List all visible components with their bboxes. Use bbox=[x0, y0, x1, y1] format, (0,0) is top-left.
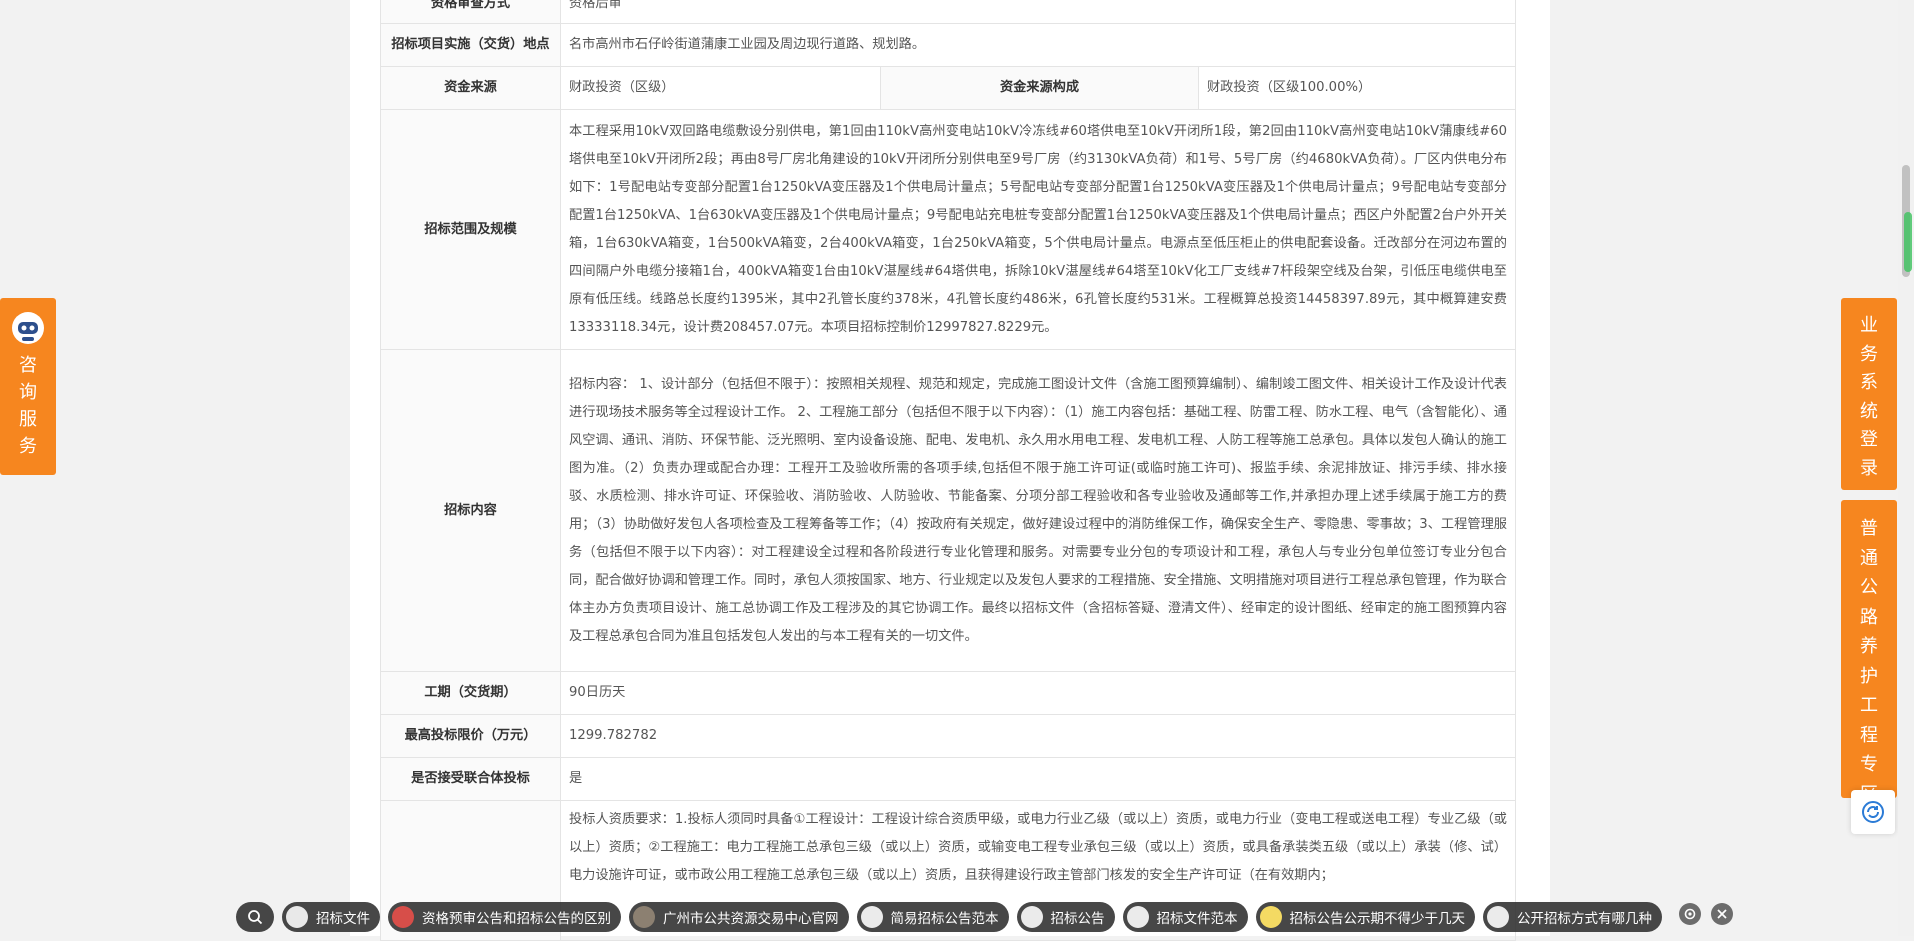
related-link[interactable]: 简易招标公告范本 bbox=[856, 902, 1009, 932]
row-label: 招标范围及规模 bbox=[380, 109, 561, 350]
table-row: 是否接受联合体投标 是 bbox=[380, 757, 1516, 801]
row-value: 是 bbox=[560, 757, 1516, 801]
row-value: 资格后审 bbox=[560, 0, 1516, 24]
doc-icon bbox=[1259, 906, 1282, 928]
row-value: 招标内容： 1、设计部分（包括但不限于）：按照相关规程、规范和规定，完成施工图设… bbox=[560, 349, 1516, 672]
close-button[interactable] bbox=[1711, 903, 1733, 925]
search-button[interactable] bbox=[236, 902, 274, 932]
doc-icon bbox=[1126, 906, 1149, 928]
row-label-2: 资金来源构成 bbox=[880, 66, 1199, 110]
table-row: 招标内容 招标内容： 1、设计部分（包括但不限于）：按照相关规程、规范和规定，完… bbox=[380, 349, 1516, 672]
row-value: 90日历天 bbox=[560, 671, 1516, 715]
consult-service-button[interactable]: 咨询服务 bbox=[0, 298, 56, 475]
row-value: 本工程采用10kV双回路电缆敷设分别供电，第1回由110kV高州变电站10kV冷… bbox=[560, 109, 1516, 350]
gear-icon bbox=[1684, 908, 1696, 920]
table-row: 最高投标限价（万元） 1299.782782 bbox=[380, 714, 1516, 758]
related-link[interactable]: 招标文件范本 bbox=[1122, 902, 1248, 932]
vertical-scrollbar[interactable] bbox=[1898, 0, 1914, 936]
table-row: 资格审查方式 资格后审 bbox=[380, 0, 1516, 24]
doc-icon bbox=[1487, 906, 1509, 928]
related-link[interactable]: 资格预审公告和招标公告的区别 bbox=[388, 902, 621, 932]
related-search-bar: 招标文件 资格预审公告和招标公告的区别 广州市公共资源交易中心官网 简易招标公告… bbox=[236, 902, 1662, 932]
doc-icon bbox=[286, 906, 308, 928]
related-link[interactable]: 公开招标方式有哪几种 bbox=[1483, 902, 1662, 932]
road-maintenance-zone-button[interactable]: 普通公路养护工程专区 bbox=[1841, 500, 1897, 805]
refresh-icon bbox=[1862, 801, 1884, 823]
robot-icon bbox=[12, 312, 44, 344]
row-label: 招标内容 bbox=[380, 349, 561, 672]
close-icon bbox=[1717, 909, 1727, 919]
row-label: 招标项目实施（交货）地点 bbox=[380, 23, 561, 67]
related-link[interactable]: 招标公告公示期不得少于几天 bbox=[1255, 902, 1475, 932]
table-row: 工期（交货期） 90日历天 bbox=[380, 671, 1516, 715]
consult-service-label: 咨询服务 bbox=[19, 355, 37, 457]
table-row: 资金来源 财政投资（区级） 资金来源构成 财政投资（区级100.00%） bbox=[380, 66, 1516, 110]
row-label: 资格审查方式 bbox=[380, 0, 561, 24]
related-link[interactable]: 招标文件 bbox=[282, 902, 380, 932]
row-value: 1299.782782 bbox=[560, 714, 1516, 758]
refresh-button[interactable] bbox=[1851, 790, 1895, 834]
related-link[interactable]: 招标公告 bbox=[1016, 902, 1115, 932]
table-row: 招标项目实施（交货）地点 名市高州市石仔岭街道蒲康工业园及周边现行道路、规划路。 bbox=[380, 23, 1516, 67]
business-login-button[interactable]: 业务系统登录 bbox=[1841, 298, 1897, 490]
row-label: 资金来源 bbox=[380, 66, 561, 110]
related-link[interactable]: 广州市公共资源交易中心官网 bbox=[629, 902, 849, 932]
doc-icon bbox=[392, 906, 414, 928]
scroll-indicator bbox=[1904, 212, 1912, 272]
thumbnail-icon bbox=[633, 906, 655, 928]
row-value: 名市高州市石仔岭街道蒲康工业园及周边现行道路、规划路。 bbox=[560, 23, 1516, 67]
row-value: 财政投资（区级） bbox=[560, 66, 881, 110]
row-label: 最高投标限价（万元） bbox=[380, 714, 561, 758]
row-label: 工期（交货期） bbox=[380, 671, 561, 715]
business-login-label: 业务系统登录 bbox=[1860, 315, 1878, 479]
doc-icon bbox=[1020, 906, 1043, 928]
search-icon bbox=[248, 910, 263, 925]
content-page: 资格审查方式 资格后审 招标项目实施（交货）地点 名市高州市石仔岭街道蒲康工业园… bbox=[350, 0, 1550, 941]
row-value-2: 财政投资（区级100.00%） bbox=[1198, 66, 1516, 110]
settings-button[interactable] bbox=[1679, 903, 1701, 925]
row-label: 是否接受联合体投标 bbox=[380, 757, 561, 801]
table-row: 招标范围及规模 本工程采用10kV双回路电缆敷设分别供电，第1回由110kV高州… bbox=[380, 109, 1516, 350]
doc-icon bbox=[860, 906, 883, 928]
tender-info-table: 资格审查方式 资格后审 招标项目实施（交货）地点 名市高州市石仔岭街道蒲康工业园… bbox=[380, 0, 1516, 941]
road-maintenance-zone-label: 普通公路养护工程专区 bbox=[1860, 518, 1878, 805]
